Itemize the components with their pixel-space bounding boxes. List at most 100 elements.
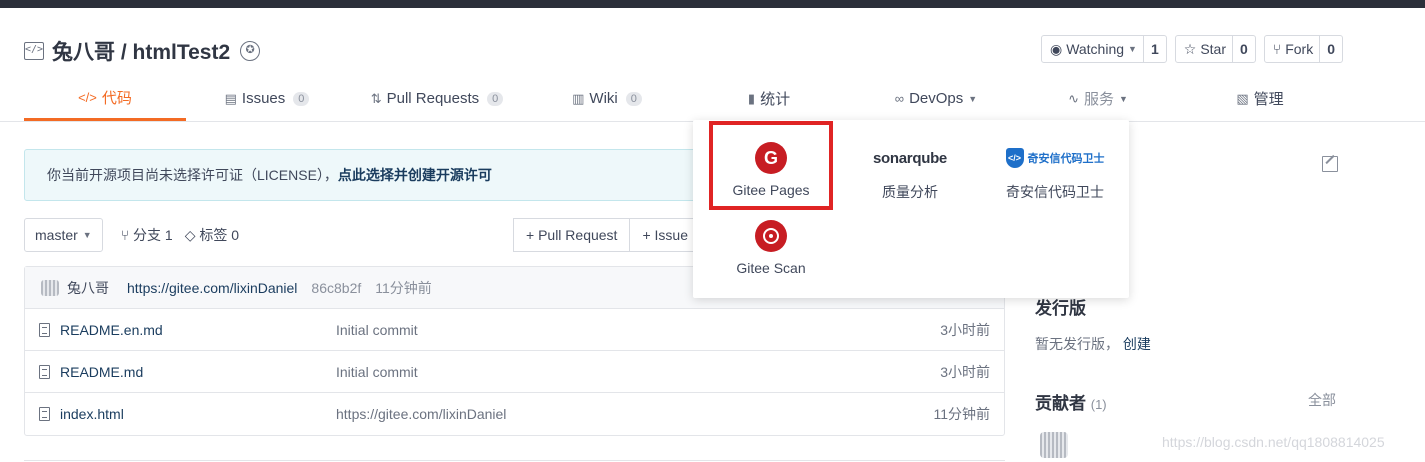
chevron-down-icon: ▼ — [1119, 93, 1128, 104]
branch-select-value: master — [35, 227, 78, 243]
branch-icon: ⑂ — [120, 227, 130, 243]
star-label: Star — [1200, 41, 1226, 57]
repo-title[interactable]: 兔八哥 / htmlTest2 — [52, 36, 230, 66]
award-badge-icon[interactable]: ✪ — [240, 41, 261, 61]
tab-devops[interactable]: ∞ DevOps ▼ — [855, 76, 1017, 121]
new-issue-button[interactable]: + Issue — [630, 218, 701, 252]
star-count[interactable]: 0 — [1232, 36, 1255, 62]
file-commit-message[interactable]: Initial commit — [336, 364, 418, 380]
branch-meta: ⑂ 分支 1 ◇ 标签 0 — [121, 225, 239, 245]
repo-header: </> 兔八哥 / htmlTest2 ✪ — [24, 36, 261, 66]
watch-button[interactable]: ◉ Watching ▼ — [1042, 36, 1143, 62]
fork-icon: ⑂ — [1272, 41, 1282, 57]
file-name[interactable]: index.html — [60, 406, 124, 422]
fork-button-group: ⑂ Fork 0 — [1263, 35, 1343, 63]
file-commit-message[interactable]: https://gitee.com/lixinDaniel — [336, 406, 506, 422]
create-actions: + Pull Request + Issue — [513, 218, 701, 252]
shield-icon: </> — [1005, 148, 1024, 168]
services-dropdown: G Gitee Pages sonarqube 质量分析 </> 奇安信代码卫士… — [693, 120, 1129, 298]
create-release-link[interactable]: 创建 — [1123, 336, 1151, 352]
qianxin-item[interactable]: </> 奇安信代码卫士 奇安信代码卫士 — [993, 142, 1117, 202]
commit-message[interactable]: https://gitee.com/lixinDaniel — [127, 280, 297, 296]
tags-link[interactable]: ◇ 标签 0 — [185, 225, 239, 245]
file-row[interactable]: README.en.md Initial commit 3小时前 — [25, 309, 1004, 351]
chevron-down-icon: ▼ — [82, 230, 92, 240]
fork-label: Fork — [1285, 41, 1314, 57]
file-row[interactable]: README.md Initial commit 3小时前 — [25, 351, 1004, 393]
target-scan-icon — [755, 220, 787, 252]
tag-icon: ◇ — [184, 227, 196, 243]
code-repo-icon: </> — [24, 42, 44, 60]
fork-count[interactable]: 0 — [1319, 36, 1342, 62]
tab-code-label: 代码 — [101, 89, 132, 107]
qianxin-label: 奇安信代码卫士 — [1006, 184, 1104, 200]
tab-wiki[interactable]: ▥ Wiki 0 — [526, 76, 688, 121]
tab-wiki-label: Wiki — [589, 90, 618, 107]
releases-empty-text: 暂无发行版， — [1035, 336, 1119, 352]
tab-pulls-count: 0 — [487, 91, 504, 106]
watch-label: Watching — [1066, 41, 1125, 57]
commit-hash[interactable]: 86c8b2f — [311, 280, 361, 296]
star-button-group: ☆ Star 0 — [1174, 35, 1256, 63]
edit-icon[interactable] — [1322, 156, 1338, 172]
file-icon — [39, 322, 50, 337]
license-notice: 你当前开源项目尚未选择许可证（LICENSE）， 点此选择并创建开源许可 — [24, 149, 724, 201]
contributors-title-text: 贡献者 — [1035, 394, 1086, 413]
watch-count[interactable]: 1 — [1142, 36, 1166, 62]
sonarqube-logo-icon: sonarqube — [873, 149, 947, 167]
file-row[interactable]: index.html https://gitee.com/lixinDaniel… — [25, 393, 1004, 435]
sonarqube-label: 质量分析 — [882, 184, 938, 200]
divider — [24, 460, 1005, 461]
file-time: 3小时前 — [940, 321, 990, 338]
highlight-box — [709, 121, 833, 210]
tab-devops-label: DevOps — [909, 90, 964, 107]
commit-author[interactable]: 兔八哥 — [67, 278, 109, 298]
issues-icon: ▤ — [224, 90, 237, 106]
watch-button-group: ◉ Watching ▼ 1 — [1040, 35, 1167, 63]
tags-label: 标签 0 — [199, 227, 240, 243]
branches-link[interactable]: ⑂ 分支 1 — [121, 225, 173, 245]
branch-select[interactable]: master ▼ — [24, 218, 103, 252]
branches-label: 分支 1 — [133, 227, 173, 243]
file-time: 3小时前 — [940, 363, 990, 380]
sonarqube-item[interactable]: sonarqube 质量分析 — [848, 142, 972, 202]
file-name[interactable]: README.md — [60, 364, 143, 380]
pull-request-icon: ⇅ — [370, 90, 382, 106]
releases-empty: 暂无发行版， 创建 — [1035, 334, 1151, 354]
tab-pulls-label: Pull Requests — [386, 90, 480, 107]
top-bar — [0, 0, 1425, 8]
create-license-link[interactable]: 点此选择并创建开源许可 — [338, 165, 492, 185]
tab-manage-label: 管理 — [1253, 91, 1284, 108]
pulse-icon: ∿ — [1068, 90, 1079, 106]
qianxin-logo-icon: </> 奇安信代码卫士 — [1005, 142, 1105, 174]
license-notice-text: 你当前开源项目尚未选择许可证（LICENSE）， — [47, 167, 338, 183]
file-commit-message[interactable]: Initial commit — [336, 322, 418, 338]
code-icon: </> — [78, 89, 97, 105]
avatar[interactable] — [1040, 432, 1068, 458]
contributors-all-link[interactable]: 全部 — [1308, 390, 1336, 410]
file-name[interactable]: README.en.md — [60, 322, 163, 338]
chevron-down-icon: ▼ — [968, 93, 978, 104]
tab-stats[interactable]: ▮ 统计 — [688, 76, 850, 121]
contributors-count: (1) — [1090, 397, 1107, 412]
gitee-scan-item[interactable]: Gitee Scan — [709, 220, 833, 276]
tab-issues-label: Issues — [241, 90, 286, 107]
tab-services[interactable]: ∿ 服务 ▼ — [1017, 76, 1179, 121]
fork-button[interactable]: ⑂ Fork — [1265, 36, 1319, 62]
qianxin-logo-text: 奇安信代码卫士 — [1027, 153, 1105, 165]
avatar[interactable] — [41, 279, 59, 296]
tab-manage[interactable]: ▧ 管理 — [1179, 76, 1341, 121]
file-time: 11分钟前 — [933, 406, 990, 422]
repo-nav: </> 代码 ▤ Issues 0 ⇅ Pull Requests 0 ▥ Wi… — [0, 76, 1425, 122]
star-button[interactable]: ☆ Star — [1176, 36, 1232, 62]
tab-pull-requests[interactable]: ⇅ Pull Requests 0 — [348, 76, 526, 121]
tab-issues[interactable]: ▤ Issues 0 — [186, 76, 348, 121]
chevron-down-icon: ▼ — [1128, 44, 1137, 54]
eye-icon: ◉ — [1049, 40, 1063, 57]
watermark: https://blog.csdn.net/qq1808814025 — [1162, 434, 1385, 450]
commit-time: 11分钟前 — [375, 279, 432, 296]
new-pull-request-button[interactable]: + Pull Request — [513, 218, 631, 252]
branch-bar: master ▼ ⑂ 分支 1 ◇ 标签 0 — [24, 218, 239, 252]
tab-services-label: 服务 — [1083, 91, 1114, 108]
tab-code[interactable]: </> 代码 — [24, 76, 186, 121]
